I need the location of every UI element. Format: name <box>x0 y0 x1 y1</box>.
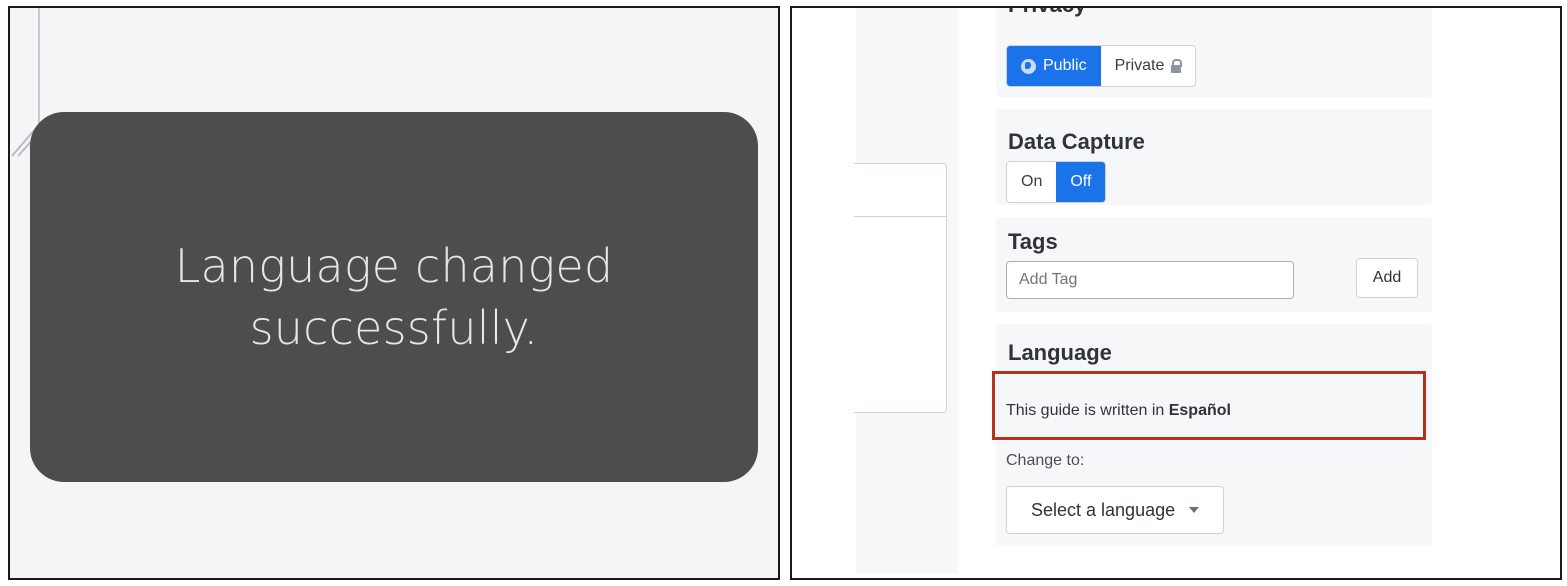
privacy-section: Privacy Public Private <box>996 8 1432 97</box>
divider <box>38 8 40 130</box>
privacy-private-label: Private <box>1114 57 1165 74</box>
toast-zoom-panel: Language changed successfully. <box>8 6 780 580</box>
written-in-label: This guide is written in <box>1006 402 1169 419</box>
language-select-value: Select a language <box>1031 499 1176 520</box>
privacy-title: Privacy <box>1008 8 1086 18</box>
privacy-public-button[interactable]: Public <box>1007 46 1101 86</box>
data-capture-section: Data Capture On Off <box>996 109 1432 205</box>
add-tag-input[interactable] <box>1006 261 1294 299</box>
guide-settings-panel: Privacy Public Private Data Capture On O… <box>790 6 1562 580</box>
toast-notification: Language changed successfully. <box>30 112 758 482</box>
privacy-toggle: Public Private <box>1006 45 1197 87</box>
current-language-value: Español <box>1168 402 1231 419</box>
add-tag-button[interactable]: Add <box>1356 258 1418 298</box>
divider <box>854 216 946 217</box>
data-capture-off-label: Off <box>1070 173 1092 190</box>
lock-icon <box>1171 58 1183 73</box>
current-language-text: This guide is written in Español <box>1006 402 1231 420</box>
globe-icon <box>1021 58 1036 74</box>
data-capture-on-label: On <box>1021 173 1043 190</box>
change-to-label: Change to: <box>1006 452 1085 469</box>
language-title: Language <box>1008 340 1112 365</box>
tags-section: Tags Add <box>996 217 1432 312</box>
privacy-private-button[interactable]: Private <box>1101 46 1196 86</box>
data-capture-on-button[interactable]: On <box>1007 162 1056 202</box>
tags-title: Tags <box>1008 229 1058 254</box>
language-select[interactable]: Select a language <box>1006 486 1224 534</box>
data-capture-off-button[interactable]: Off <box>1056 162 1106 202</box>
language-section: Language This guide is written in Españo… <box>992 324 1432 546</box>
privacy-public-label: Public <box>1043 57 1087 74</box>
toast-message: Language changed successfully. <box>174 239 614 355</box>
editor-card <box>854 163 947 413</box>
data-capture-toggle: On Off <box>1006 161 1107 203</box>
chevron-down-icon <box>1189 507 1200 513</box>
data-capture-title: Data Capture <box>1008 129 1145 154</box>
